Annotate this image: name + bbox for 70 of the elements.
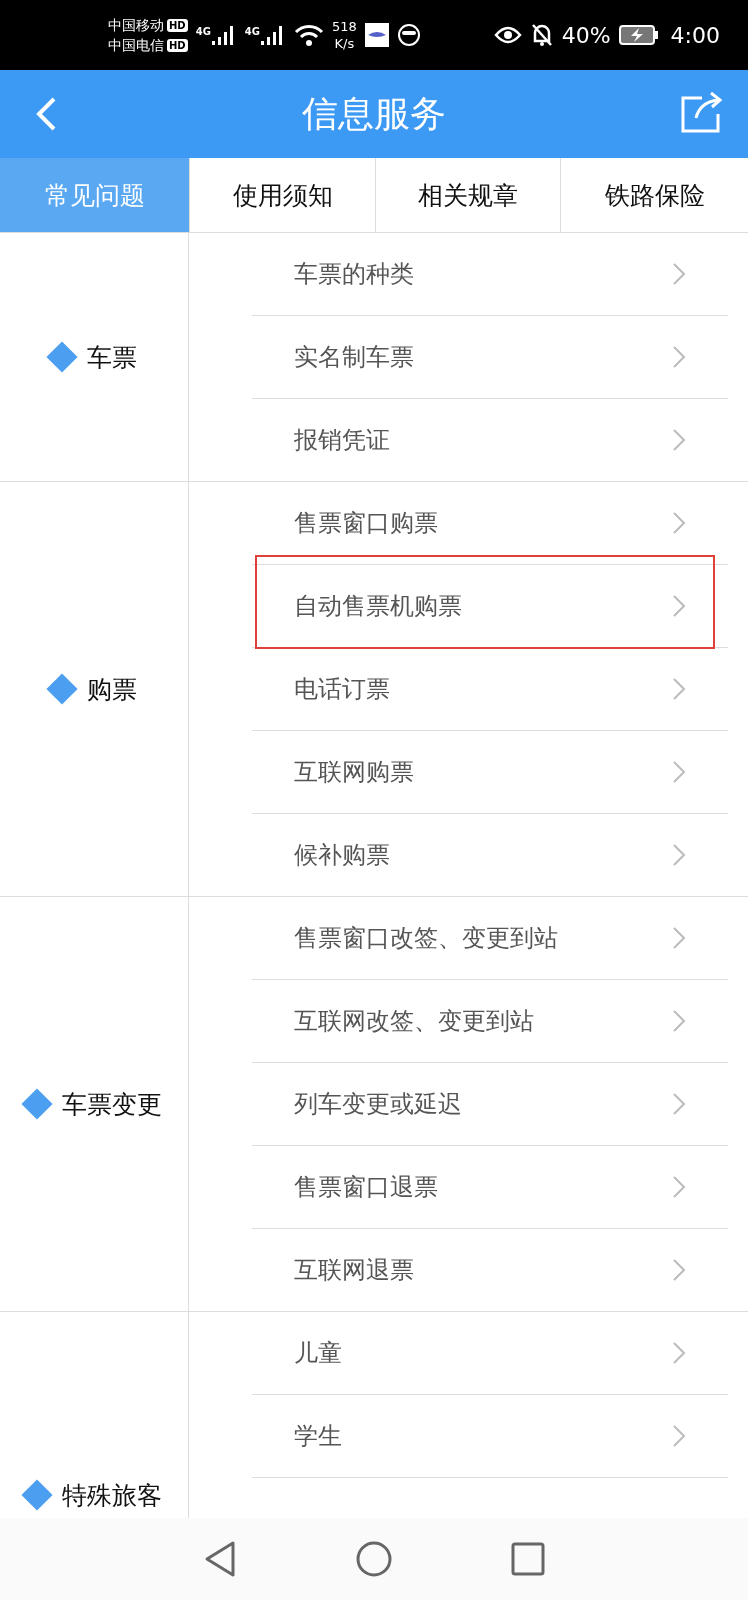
network-type: 4G bbox=[244, 26, 260, 37]
item-label: 售票窗口购票 bbox=[294, 508, 438, 539]
chevron-icon bbox=[672, 511, 686, 535]
item-label: 车票的种类 bbox=[294, 259, 414, 290]
item-label: 售票窗口退票 bbox=[294, 1172, 438, 1203]
bell-off-icon bbox=[529, 22, 554, 48]
back-icon[interactable] bbox=[34, 96, 58, 132]
category-label: 购票 bbox=[87, 673, 137, 706]
chevron-icon bbox=[672, 1009, 686, 1033]
hd-badge: HD bbox=[167, 18, 188, 32]
list-item[interactable]: 车票的种类 bbox=[252, 233, 728, 315]
item-label: 学生 bbox=[294, 1421, 342, 1452]
chevron-icon bbox=[672, 760, 686, 784]
battery-percent: 40% bbox=[561, 22, 611, 48]
list-item[interactable]: 互联网改签、变更到站 bbox=[252, 980, 728, 1062]
list-item[interactable]: 儿童 bbox=[252, 1312, 728, 1394]
list-item[interactable]: 互联网购票 bbox=[252, 731, 728, 813]
carrier-name: 中国移动 bbox=[108, 16, 164, 35]
list-item[interactable]: 实名制车票 bbox=[252, 316, 728, 398]
item-label: 售票窗口改签、变更到站 bbox=[294, 923, 558, 954]
chevron-icon bbox=[672, 345, 686, 369]
category-label: 特殊旅客 bbox=[62, 1479, 162, 1512]
list-item[interactable]: 列车变更或延迟 bbox=[252, 1063, 728, 1145]
item-label: 互联网退票 bbox=[294, 1255, 414, 1286]
chevron-icon bbox=[672, 1341, 686, 1365]
home-circle-icon[interactable] bbox=[355, 1540, 393, 1578]
speed-value: 518 bbox=[332, 18, 357, 35]
list-item[interactable]: 售票窗口购票 bbox=[252, 482, 728, 564]
list-item[interactable]: 自动售票机购票 bbox=[252, 565, 728, 647]
chevron-icon bbox=[672, 1092, 686, 1116]
list-item[interactable]: 互联网退票 bbox=[252, 1229, 728, 1311]
list-item[interactable]: 报销凭证 bbox=[252, 399, 728, 481]
app-icon bbox=[364, 23, 389, 47]
chevron-icon bbox=[672, 428, 686, 452]
share-icon[interactable] bbox=[680, 90, 724, 134]
item-label: 自动售票机购票 bbox=[294, 591, 462, 622]
chevron-icon bbox=[672, 1424, 686, 1448]
battery-icon bbox=[618, 24, 659, 46]
chevron-icon bbox=[672, 262, 686, 286]
list-item[interactable]: 售票窗口改签、变更到站 bbox=[252, 897, 728, 979]
recents-square-icon[interactable] bbox=[511, 1542, 545, 1576]
speed-unit: K/s bbox=[334, 35, 355, 52]
item-label: 电话订票 bbox=[294, 674, 390, 705]
network-type: 4G bbox=[195, 26, 211, 37]
item-label: 候补购票 bbox=[294, 840, 390, 871]
item-label: 互联网购票 bbox=[294, 757, 414, 788]
hd-badge: HD bbox=[167, 38, 188, 52]
item-label: 列车变更或延迟 bbox=[294, 1089, 462, 1120]
item-label: 互联网改签、变更到站 bbox=[294, 1006, 534, 1037]
chevron-icon bbox=[672, 926, 686, 950]
back-triangle-icon[interactable] bbox=[203, 1540, 237, 1578]
category-label: 车票 bbox=[87, 341, 137, 374]
carrier-name: 中国电信 bbox=[108, 36, 164, 55]
page-title: 信息服务 bbox=[302, 91, 446, 136]
item-label: 实名制车票 bbox=[294, 342, 414, 373]
wifi-icon bbox=[294, 23, 324, 47]
list-item[interactable]: 电话订票 bbox=[252, 648, 728, 730]
chevron-icon bbox=[672, 594, 686, 618]
list-item[interactable]: 候补购票 bbox=[252, 814, 728, 896]
category-label: 车票变更 bbox=[62, 1088, 162, 1121]
clock-time: 4:00 bbox=[670, 22, 720, 48]
list-item[interactable]: 售票窗口退票 bbox=[252, 1146, 728, 1228]
eye-icon bbox=[493, 25, 522, 45]
item-label: 儿童 bbox=[294, 1338, 342, 1369]
item-label: 报销凭证 bbox=[294, 425, 390, 456]
chevron-icon bbox=[672, 1258, 686, 1282]
chevron-icon bbox=[672, 1175, 686, 1199]
list-item[interactable]: 学生 bbox=[252, 1395, 728, 1477]
chevron-icon bbox=[672, 843, 686, 867]
chevron-icon bbox=[672, 677, 686, 701]
